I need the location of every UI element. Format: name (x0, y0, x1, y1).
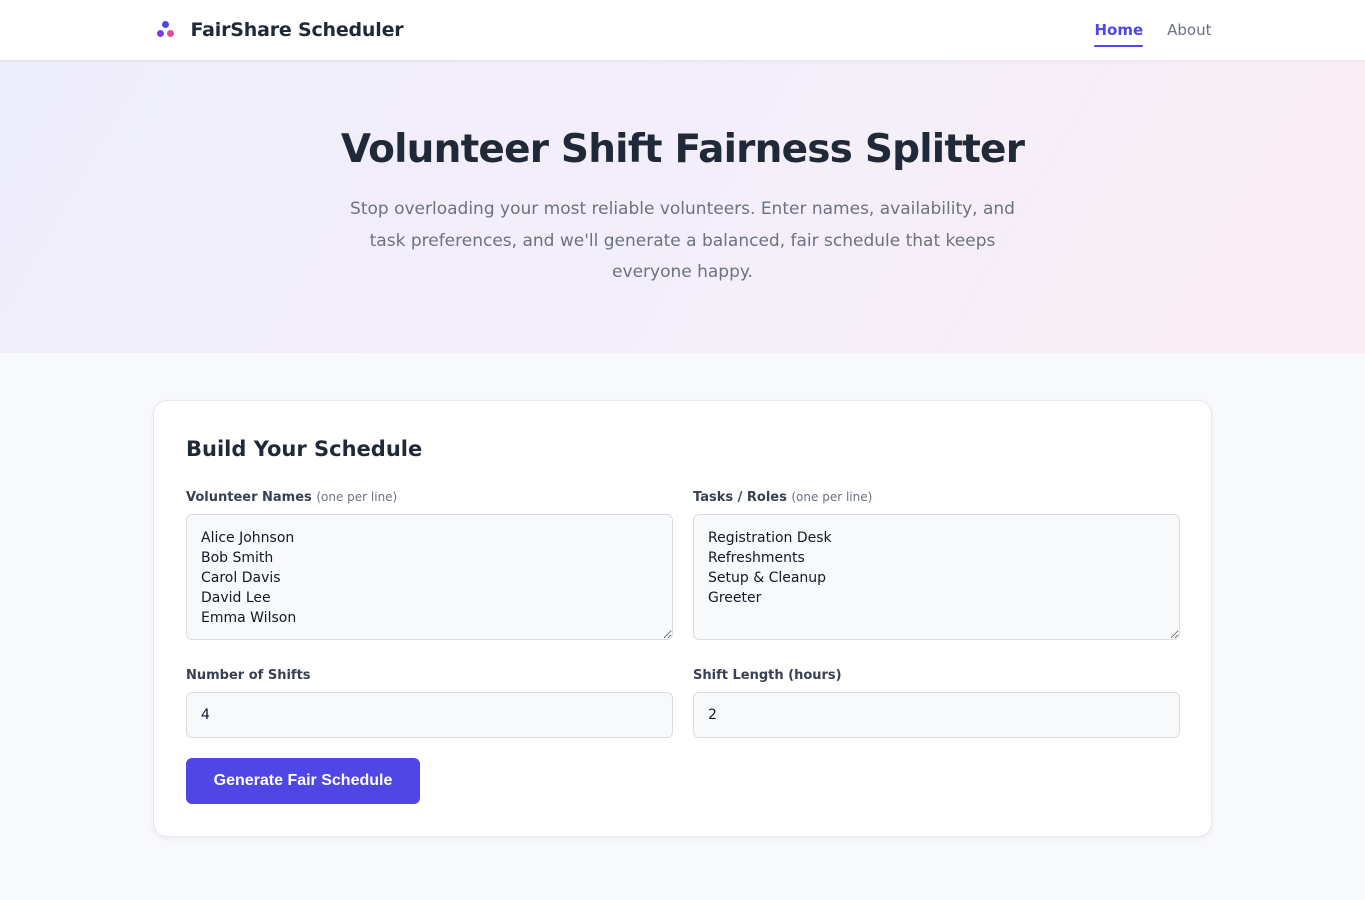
nav-link-about[interactable]: About (1167, 0, 1211, 60)
tasks-field: Tasks / Roles (one per line) Registratio… (693, 490, 1180, 644)
volunteers-label-text: Volunteer Names (186, 490, 312, 505)
schedule-form-card: Build Your Schedule Volunteer Names (one… (153, 400, 1212, 837)
shift-length-input[interactable] (693, 692, 1180, 738)
tasks-label-text: Tasks / Roles (693, 490, 787, 505)
shifts-label: Number of Shifts (186, 668, 311, 683)
volunteers-field: Volunteer Names (one per line) Alice Joh… (186, 490, 673, 644)
volunteers-label: Volunteer Names (one per line) (186, 490, 673, 505)
brand[interactable]: FairShare Scheduler (154, 18, 404, 42)
page-title: Volunteer Shift Fairness Splitter (340, 127, 1025, 172)
number-of-shifts-input[interactable] (186, 692, 673, 738)
shift-length-field: Shift Length (hours) (693, 668, 1180, 738)
form-title: Build Your Schedule (186, 437, 423, 461)
form-grid: Volunteer Names (one per line) Alice Joh… (186, 490, 1180, 738)
nav-link-home[interactable]: Home (1094, 0, 1143, 60)
tasks-hint: (one per line) (791, 490, 873, 504)
volunteers-hint: (one per line) (316, 490, 398, 504)
logo-dot (156, 30, 164, 37)
logo-dot (166, 30, 174, 37)
logo-icon (154, 18, 178, 42)
shift-length-label: Shift Length (hours) (693, 668, 842, 683)
nav-links: Home About (1094, 0, 1212, 60)
shifts-field: Number of Shifts (186, 668, 673, 738)
hero-subtitle: Stop overloading your most reliable volu… (350, 199, 1015, 282)
brand-name: FairShare Scheduler (190, 19, 404, 41)
tasks-label: Tasks / Roles (one per line) (693, 490, 1180, 505)
tasks-textarea[interactable]: Registration Desk Refreshments Setup & C… (693, 514, 1180, 640)
hero: Volunteer Shift Fairness Splitter Stop o… (0, 61, 1365, 353)
volunteer-names-textarea[interactable]: Alice Johnson Bob Smith Carol Davis Davi… (186, 514, 673, 640)
logo-dot (161, 21, 169, 28)
navbar: FairShare Scheduler Home About (0, 0, 1365, 61)
navbar-inner: FairShare Scheduler Home About (154, 0, 1212, 60)
generate-schedule-button[interactable]: Generate Fair Schedule (186, 758, 420, 804)
